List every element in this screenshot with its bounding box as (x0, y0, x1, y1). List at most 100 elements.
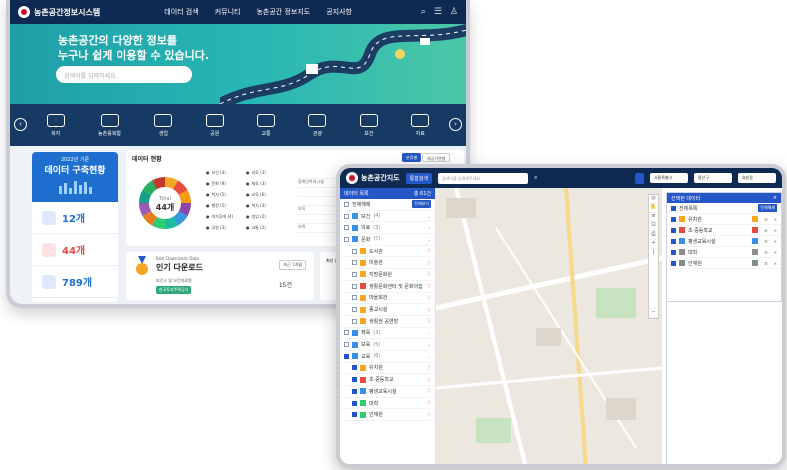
color-picker[interactable] (752, 227, 759, 233)
info-icon[interactable]: ⓘ (427, 307, 431, 313)
download-item-title[interactable]: 보건소 및 보건지료원 (156, 278, 192, 284)
checkbox[interactable] (671, 205, 676, 211)
checkbox[interactable] (352, 307, 357, 313)
checkbox[interactable] (352, 388, 357, 394)
select-all-row[interactable]: 전체해제 전체보기 (340, 199, 435, 211)
nav-item-community[interactable]: 커뮤니티 (215, 7, 241, 17)
color-picker[interactable] (752, 238, 759, 244)
info-icon[interactable]: ⓘ (427, 400, 431, 406)
hero-search-input[interactable]: 검색어를 입력하세요. (56, 66, 192, 83)
checkbox[interactable] (352, 248, 357, 254)
zoom-slider[interactable]: | (649, 249, 658, 309)
layer-item[interactable]: 인재원 ⓘ (340, 409, 435, 422)
drag-handle-icon[interactable]: ☰ (764, 261, 768, 266)
checkbox[interactable] (352, 260, 357, 266)
user-icon[interactable]: ♙ (450, 7, 458, 17)
search-icon[interactable]: ⌕ (421, 7, 426, 17)
checkbox[interactable] (352, 412, 357, 418)
selected-layer-item[interactable]: 평생교육시설 ☰ ✕ (667, 236, 781, 247)
layer-group[interactable]: 의료 (3) ⌄ (340, 222, 435, 235)
layer-item[interactable]: 지방문화원 ⓘ (340, 269, 435, 281)
tab-by-category[interactable]: 분류별 (402, 153, 422, 162)
layer-item[interactable]: 초·중등학교 ⓘ (340, 374, 435, 386)
category-business[interactable]: 생업 (154, 113, 173, 137)
chevron-left-icon[interactable]: ‹ (14, 118, 27, 131)
layer-item[interactable]: 평생교육시설 ⓘ (340, 386, 435, 398)
region-select-sigungu[interactable]: 용산구 (694, 173, 732, 183)
chevron-down-icon[interactable]: ⌄ (428, 237, 431, 242)
close-icon[interactable]: × (773, 195, 777, 201)
nav-item-notice[interactable]: 공지사항 (326, 7, 352, 17)
selected-layer-item[interactable]: 유치원 ☰ ✕ (667, 214, 781, 225)
selected-layer-item[interactable]: 초·중등학교 ☰ ✕ (667, 225, 781, 236)
layer-item[interactable]: 생활권 공연장 ⓘ (340, 316, 435, 328)
zoom-out-icon[interactable]: − (649, 309, 658, 318)
checkbox[interactable] (352, 400, 357, 406)
info-icon[interactable]: ⓘ (427, 283, 431, 289)
info-icon[interactable]: ⓘ (427, 295, 431, 301)
hand-tool-icon[interactable]: ✋ (649, 204, 658, 213)
category-data[interactable]: 자료 (411, 113, 430, 137)
checkbox[interactable] (344, 236, 349, 242)
checkbox[interactable] (671, 216, 676, 222)
drag-handle-icon[interactable]: ☰ (764, 228, 768, 233)
category-traffic[interactable]: 교통 (257, 113, 276, 137)
checkbox[interactable] (344, 213, 349, 219)
chevron-right-icon[interactable]: › (449, 118, 462, 131)
layer-item[interactable]: 미술관 ⓘ (340, 257, 435, 270)
layer-item[interactable]: 대학 ⓘ (340, 398, 435, 410)
category-health[interactable]: 보건 (359, 113, 378, 137)
map-canvas[interactable] (436, 188, 662, 464)
remove-icon[interactable]: ✕ (774, 239, 777, 244)
integrated-search-button[interactable]: 통합검색 (405, 172, 433, 184)
info-icon[interactable]: ⓘ (427, 248, 431, 254)
remove-icon[interactable]: ✕ (774, 261, 777, 266)
checkbox[interactable] (352, 295, 357, 301)
info-icon[interactable]: ⓘ (427, 318, 431, 324)
clear-all-button[interactable]: 전체해제 (758, 204, 777, 212)
category-welfare[interactable]: 복지 (46, 113, 65, 137)
checkbox[interactable] (344, 225, 349, 231)
layer-item[interactable]: 종교시설 ⓘ (340, 304, 435, 316)
layer-item[interactable]: 마을회관 ⓘ (340, 293, 435, 305)
info-icon[interactable]: ⓘ (427, 365, 431, 371)
chevron-down-icon[interactable]: ⌄ (428, 214, 431, 219)
checkbox[interactable] (352, 318, 357, 324)
measure-icon[interactable]: ⊡ (649, 222, 658, 231)
category-tour[interactable]: 관광 (308, 113, 327, 137)
info-icon[interactable]: ⓘ (427, 377, 431, 383)
print-icon[interactable]: ⎙ (649, 231, 658, 240)
drag-handle-icon[interactable]: ☰ (764, 239, 768, 244)
checkbox[interactable] (352, 365, 357, 371)
info-icon[interactable]: ⓘ (427, 271, 431, 277)
remove-icon[interactable]: ✕ (774, 217, 777, 222)
region-select-dong[interactable]: 효창동 (738, 173, 776, 183)
checkbox[interactable] (344, 330, 349, 336)
checkbox[interactable] (344, 342, 349, 348)
nav-item-data-search[interactable]: 데이터 검색 (164, 7, 198, 17)
chevron-down-icon[interactable]: ⌄ (428, 330, 431, 335)
category-leisure[interactable]: 농촌융복합 (98, 113, 121, 137)
layer-item[interactable]: 생활문화센터 및 문화의집 ⓘ (340, 281, 435, 293)
checkbox[interactable] (352, 283, 357, 289)
category-park[interactable]: 공원 (205, 113, 224, 137)
checkbox[interactable] (671, 260, 676, 266)
period-select[interactable]: 최근 1개월 (279, 260, 306, 270)
layer-group[interactable]: 보육 (5) ⌄ (340, 339, 435, 351)
map-search-input[interactable]: 검색어를 입력해주세요 (438, 172, 529, 184)
drag-handle-icon[interactable]: ☰ (764, 250, 768, 255)
compass-icon[interactable]: ◎ (649, 195, 658, 204)
zoom-in-icon[interactable]: + (649, 240, 658, 249)
map-logo[interactable]: 농촌공간지도 (346, 172, 400, 184)
color-picker[interactable] (752, 260, 759, 266)
checkbox[interactable] (352, 377, 357, 383)
remove-icon[interactable]: ✕ (774, 228, 777, 233)
checkbox[interactable] (671, 249, 676, 255)
layer-group[interactable]: 교육 (6) ⌄ (340, 351, 435, 363)
selected-layer-item[interactable]: 대학 ☰ ✕ (667, 247, 781, 258)
portal-logo[interactable]: 농촌공간정보시스템 (18, 6, 100, 18)
drag-handle-icon[interactable]: ☰ (764, 217, 768, 222)
region-select-sido[interactable]: 서울특별시 (650, 173, 688, 183)
layer-item[interactable]: 유치원 ⓘ (340, 363, 435, 375)
checkbox[interactable] (344, 353, 349, 359)
